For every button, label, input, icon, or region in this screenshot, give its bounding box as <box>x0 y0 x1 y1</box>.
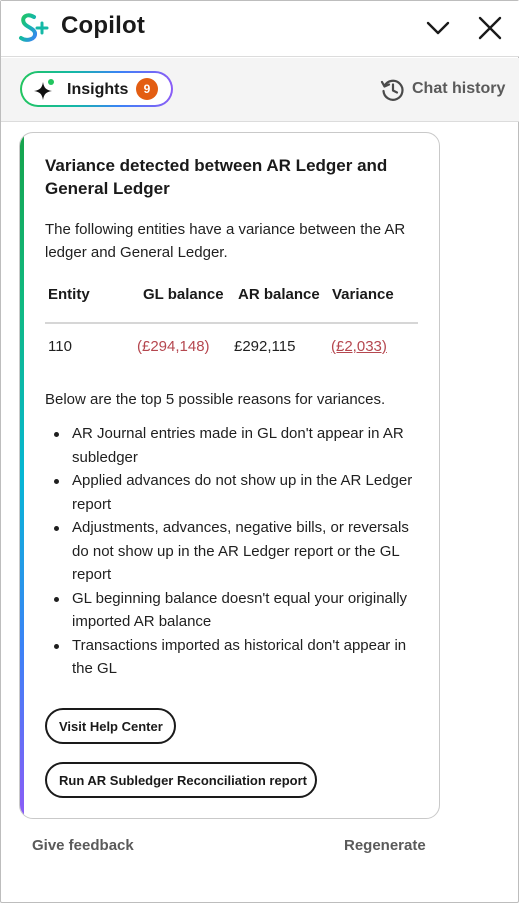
cell-gl-balance: (£294,148) <box>137 338 210 355</box>
copilot-panel: Copilot Insights 9 Chat history Variance… <box>0 0 519 903</box>
regenerate-link[interactable]: Regenerate <box>344 837 426 854</box>
history-clock-icon <box>380 79 404 101</box>
list-item: GL beginning balance doesn't equal your … <box>45 587 425 634</box>
insight-intro: The following entities have a variance b… <box>45 221 406 261</box>
col-header-ar-balance: AR balance <box>238 286 320 303</box>
close-icon[interactable] <box>475 13 505 43</box>
give-feedback-link[interactable]: Give feedback <box>32 837 134 854</box>
table-divider <box>45 322 418 324</box>
app-title: Copilot <box>61 12 146 39</box>
list-item: AR Journal entries made in GL don't appe… <box>45 422 425 469</box>
insight-card: Variance detected between AR Ledger and … <box>19 132 440 819</box>
col-header-gl-balance: GL balance <box>143 286 224 303</box>
reasons-list: AR Journal entries made in GL don't appe… <box>45 422 425 681</box>
reasons-heading: Below are the top 5 possible reasons for… <box>45 391 386 408</box>
card-accent-bar <box>20 133 24 818</box>
visit-help-center-button[interactable]: Visit Help Center <box>45 708 176 744</box>
list-item: Applied advances do not show up in the A… <box>45 469 425 516</box>
col-header-entity: Entity <box>48 286 90 303</box>
insight-title: Variance detected between AR Ledger and … <box>45 156 388 198</box>
tab-insights[interactable]: Insights 9 <box>20 71 173 107</box>
chevron-down-icon[interactable] <box>423 13 453 43</box>
insights-count-badge: 9 <box>136 78 158 100</box>
chat-history-label: Chat history <box>412 80 506 97</box>
sparkle-icon <box>34 79 54 100</box>
run-reconciliation-report-button[interactable]: Run AR Subledger Reconciliation report <box>45 762 317 798</box>
list-item: Transactions imported as historical don'… <box>45 634 425 681</box>
tab-bar: Insights 9 Chat history <box>1 58 519 122</box>
col-header-variance: Variance <box>332 286 394 303</box>
panel-header: Copilot <box>1 1 519 57</box>
insights-label: Insights <box>67 81 129 98</box>
cell-ar-balance: £292,115 <box>234 338 296 355</box>
cell-variance-link[interactable]: (£2,033) <box>331 338 387 355</box>
cell-entity: 110 <box>48 338 72 355</box>
list-item: Adjustments, advances, negative bills, o… <box>45 516 425 587</box>
copilot-logo-icon <box>19 13 49 42</box>
